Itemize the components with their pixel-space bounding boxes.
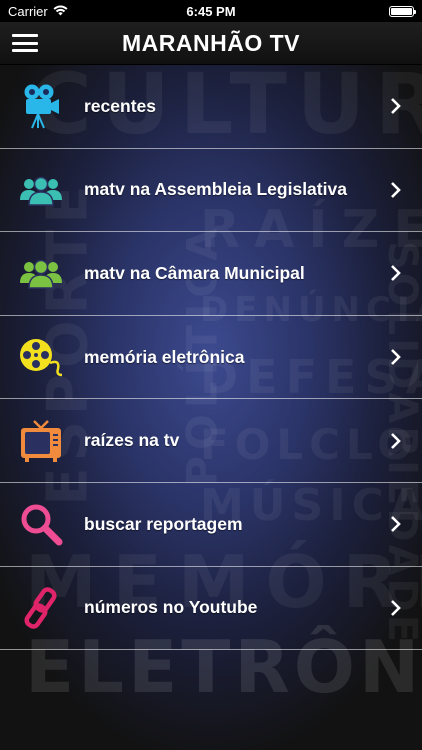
menu-item-buscar[interactable]: buscar reportagem <box>0 483 422 567</box>
battery-icon <box>388 5 416 17</box>
navigation-bar: MARANHÃO TV <box>0 22 422 65</box>
menu-list: recentes matv na Assembleia Legislativa <box>0 65 422 651</box>
movie-camera-icon <box>17 82 65 130</box>
menu-item-memoria[interactable]: memória eletrônica <box>0 316 422 400</box>
menu-item-raizes[interactable]: raízes na tv <box>0 399 422 483</box>
menu-item-label: matv na Assembleia Legislativa <box>84 179 347 200</box>
menu-item-label: memória eletrônica <box>84 346 245 367</box>
hamburger-menu-icon[interactable] <box>12 32 38 54</box>
menu-item-recentes[interactable]: recentes <box>0 65 422 149</box>
menu-item-label: matv na Câmara Municipal <box>84 262 305 283</box>
menu-item-label: números no Youtube <box>84 597 258 618</box>
chevron-right-icon <box>391 516 401 533</box>
retro-tv-icon <box>17 417 65 465</box>
menu-item-assembleia[interactable]: matv na Assembleia Legislativa <box>0 149 422 233</box>
group-teal-icon <box>17 166 65 214</box>
status-time: 6:45 PM <box>186 3 236 19</box>
chevron-right-icon <box>391 181 401 198</box>
magnifier-icon <box>17 500 65 548</box>
menu-item-label: buscar reportagem <box>84 513 243 534</box>
chain-link-icon <box>17 584 65 632</box>
menu-item-label: recentes <box>84 95 156 116</box>
chevron-right-icon <box>391 349 401 365</box>
page-title: MARANHÃO TV <box>122 29 300 56</box>
menu-item-camara[interactable]: matv na Câmara Municipal <box>0 232 422 316</box>
chevron-right-icon <box>391 432 401 449</box>
app-screen: CULTURA RAÍZES DENÚNCIA DEFESA FOLCLORE … <box>0 0 422 750</box>
chevron-right-icon <box>391 98 401 115</box>
menu-item-youtube[interactable]: números no Youtube <box>0 567 422 651</box>
carrier-label: Carrier <box>8 3 48 19</box>
battery-level <box>390 7 412 15</box>
film-reel-icon <box>17 333 65 381</box>
wifi-icon <box>53 4 68 19</box>
menu-item-label: raízes na tv <box>84 430 180 451</box>
chevron-right-icon <box>391 265 401 282</box>
group-green-icon <box>17 249 65 297</box>
status-bar: Carrier 6:45 PM <box>0 0 422 22</box>
chevron-right-icon <box>391 599 401 616</box>
